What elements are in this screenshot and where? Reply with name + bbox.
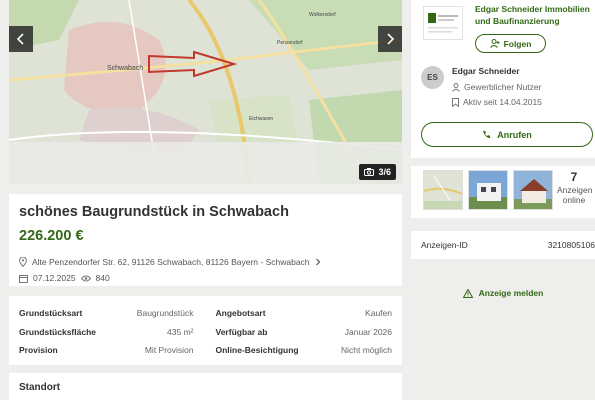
address-text: Alte Penzendorfer Str. 62, 91126 Schwaba… bbox=[32, 257, 310, 267]
details-table: Grundstücksart Baugrundstück Angebotsart K… bbox=[9, 296, 402, 365]
listing-meta: 07.12.2025 840 bbox=[19, 273, 392, 283]
chevron-left-icon bbox=[16, 33, 24, 45]
listing-header: schönes Baugrundstück in Schwabach 226.2… bbox=[9, 194, 402, 286]
seller-type-text: Gewerblicher Nutzer bbox=[464, 82, 542, 92]
follow-label: Folgen bbox=[503, 38, 532, 49]
details-row: Grundstücksart Baugrundstück Angebotsart K… bbox=[19, 304, 392, 323]
ad-thumbnail[interactable] bbox=[468, 170, 508, 210]
detail-value: Kaufen bbox=[365, 308, 392, 319]
ad-price: 226.200 € bbox=[19, 228, 84, 244]
image-counter: 3/6 bbox=[359, 164, 396, 180]
seller-type: Gewerblicher Nutzer bbox=[452, 82, 541, 92]
seller-active-since: Aktiv seit 14.04.2015 bbox=[452, 97, 542, 107]
add-user-icon bbox=[489, 39, 500, 48]
detail-label: Provision bbox=[19, 345, 58, 356]
company-logo-image bbox=[428, 13, 458, 33]
calendar-icon bbox=[19, 274, 28, 283]
location-heading: Standort bbox=[19, 382, 61, 393]
gallery-map-image: Penzendorf Schwabach Wolkersdorf Eichwas… bbox=[9, 0, 402, 184]
details-row: Provision Mit Provision Online-Besichtigu… bbox=[19, 341, 392, 360]
detail-value: Nicht möglich bbox=[340, 345, 392, 356]
image-gallery[interactable]: Penzendorf Schwabach Wolkersdorf Eichwas… bbox=[9, 0, 402, 184]
ad-thumbnail-image bbox=[514, 171, 552, 209]
map-label: Wolkersdorf bbox=[309, 12, 336, 18]
camera-icon bbox=[364, 168, 375, 176]
detail-label: Angebotsart bbox=[215, 308, 266, 319]
gallery-prev-button[interactable] bbox=[9, 26, 33, 52]
ad-thumbnail-image bbox=[469, 171, 507, 209]
company-name-link[interactable]: Edgar Schneider Immobilien und Baufinanz… bbox=[475, 3, 593, 27]
active-since-text: Aktiv seit 14.04.2015 bbox=[463, 97, 542, 107]
detail-value: Mit Provision bbox=[144, 345, 194, 356]
report-ad-link[interactable]: Anzeige melden bbox=[411, 268, 595, 318]
location-pin-icon bbox=[19, 257, 27, 267]
more-ads-label: Anzeigen online bbox=[557, 185, 593, 205]
call-label: Anrufen bbox=[497, 129, 532, 140]
map-label: Eichwasen bbox=[249, 116, 273, 122]
ad-id-row: Anzeigen-ID 3210805106 bbox=[411, 231, 595, 259]
address-link[interactable]: Alte Penzendorfer Str. 62, 91126 Schwaba… bbox=[19, 257, 392, 267]
details-row: Grundstücksfläche 435 m² Verfügbar ab Janu… bbox=[19, 323, 392, 342]
call-button[interactable]: Anrufen bbox=[421, 122, 593, 147]
follow-button[interactable]: Folgen bbox=[475, 34, 546, 53]
detail-value: 435 m² bbox=[167, 326, 194, 337]
chevron-right-icon bbox=[315, 258, 320, 266]
warning-icon bbox=[462, 288, 473, 298]
avatar: ES bbox=[421, 66, 444, 89]
ad-thumbnail[interactable] bbox=[513, 170, 553, 210]
listing-date: 07.12.2025 bbox=[33, 273, 76, 283]
detail-label: Verfügbar ab bbox=[215, 326, 268, 337]
detail-label: Grundstücksart bbox=[19, 308, 83, 319]
report-label: Anzeige melden bbox=[478, 288, 544, 298]
map-label: Schwabach bbox=[107, 65, 143, 72]
chevron-right-icon bbox=[387, 33, 395, 45]
ad-id-label: Anzeigen-ID bbox=[421, 240, 468, 250]
view-count: 840 bbox=[95, 273, 110, 283]
user-icon bbox=[452, 82, 460, 92]
image-counter-text: 3/6 bbox=[378, 167, 391, 177]
ad-id-value: 3210805106 bbox=[547, 240, 595, 250]
ad-thumbnail[interactable] bbox=[423, 170, 463, 210]
detail-label: Grundstücksfläche bbox=[19, 326, 96, 337]
gallery-next-button[interactable] bbox=[378, 26, 402, 52]
seller-card: Edgar Schneider Immobilien und Baufinanz… bbox=[411, 0, 595, 158]
more-ads-count: 7 bbox=[570, 170, 578, 184]
detail-value: Baugrundstück bbox=[136, 308, 194, 319]
location-section: Standort bbox=[9, 373, 402, 400]
more-ads-link[interactable]: 7 Anzeigen online bbox=[557, 170, 593, 205]
bookmark-icon bbox=[452, 97, 459, 107]
ad-thumbnail-image bbox=[424, 171, 462, 209]
detail-label: Online-Besichtigung bbox=[215, 345, 299, 356]
detail-value: Januar 2026 bbox=[344, 326, 392, 337]
seller-name: Edgar Schneider bbox=[452, 66, 520, 76]
map-label: Penzendorf bbox=[277, 40, 303, 46]
seller-other-ads: 7 Anzeigen online bbox=[411, 166, 595, 218]
eye-icon bbox=[80, 275, 91, 281]
ad-title: schönes Baugrundstück in Schwabach bbox=[19, 204, 289, 220]
company-logo[interactable] bbox=[423, 6, 463, 40]
phone-icon bbox=[483, 130, 491, 139]
